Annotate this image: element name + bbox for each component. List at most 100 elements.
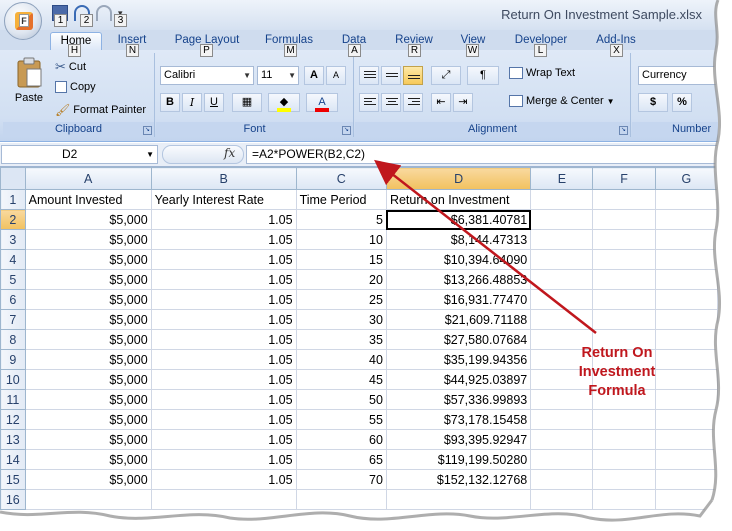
- row-header[interactable]: 12: [0, 409, 26, 430]
- cell-d4[interactable]: $10,394.64090: [385, 249, 532, 270]
- row-header[interactable]: 8: [0, 329, 26, 350]
- cell-c6[interactable]: 25: [295, 289, 387, 310]
- row-header[interactable]: 14: [0, 449, 26, 470]
- cell-g1[interactable]: [654, 189, 718, 210]
- cell-b1[interactable]: Yearly Interest Rate: [150, 189, 297, 210]
- cell-c9[interactable]: 40: [295, 349, 387, 370]
- cell-b15[interactable]: 1.05: [150, 469, 297, 490]
- cut-button[interactable]: ✂ Cut: [55, 59, 86, 75]
- cell-d16[interactable]: [385, 489, 532, 510]
- cell-c2[interactable]: 5: [295, 209, 387, 230]
- row-header[interactable]: 11: [0, 389, 26, 410]
- cell-d2[interactable]: $6,381.40781: [385, 209, 532, 230]
- cell-b10[interactable]: 1.05: [150, 369, 297, 390]
- cell-f16[interactable]: [592, 489, 656, 510]
- column-header-f[interactable]: F: [592, 167, 656, 190]
- cell-e14[interactable]: [530, 449, 594, 470]
- column-header-g[interactable]: G: [654, 167, 718, 190]
- cell-b6[interactable]: 1.05: [150, 289, 297, 310]
- decrease-indent-icon[interactable]: ⇤: [431, 93, 451, 112]
- cell-b8[interactable]: 1.05: [150, 329, 297, 350]
- cell-g5[interactable]: [654, 269, 718, 290]
- cell-e15[interactable]: [530, 469, 594, 490]
- cell-c8[interactable]: 35: [295, 329, 387, 350]
- shrink-font-button[interactable]: A: [326, 66, 346, 85]
- office-button[interactable]: F: [4, 2, 42, 40]
- row-header[interactable]: 6: [0, 289, 26, 310]
- bold-button[interactable]: B: [160, 93, 180, 112]
- cell-f3[interactable]: [592, 229, 656, 250]
- cell-c3[interactable]: 10: [295, 229, 387, 250]
- cell-b2[interactable]: 1.05: [150, 209, 297, 230]
- name-box[interactable]: D2 ▼: [1, 145, 158, 164]
- cell-g3[interactable]: [654, 229, 718, 250]
- cell-d8[interactable]: $27,580.07684: [385, 329, 532, 350]
- cell-d11[interactable]: $57,336.99893: [385, 389, 532, 410]
- cell-c4[interactable]: 15: [295, 249, 387, 270]
- cell-d9[interactable]: $35,199.94356: [385, 349, 532, 370]
- cell-f6[interactable]: [592, 289, 656, 310]
- row-header[interactable]: 9: [0, 349, 26, 370]
- align-middle-icon[interactable]: [381, 66, 401, 85]
- cell-g15[interactable]: [654, 469, 718, 490]
- cell-g14[interactable]: [654, 449, 718, 470]
- row-header[interactable]: 13: [0, 429, 26, 450]
- cell-d13[interactable]: $93,395.92947: [385, 429, 532, 450]
- cell-f14[interactable]: [592, 449, 656, 470]
- cell-c10[interactable]: 45: [295, 369, 387, 390]
- alignment-launcher-icon[interactable]: ↘: [619, 126, 628, 135]
- cell-a5[interactable]: $5,000: [24, 269, 152, 290]
- align-top-icon[interactable]: [359, 66, 379, 85]
- cell-f12[interactable]: [592, 409, 656, 430]
- cell-e2[interactable]: [530, 209, 594, 230]
- percent-button[interactable]: %: [672, 93, 692, 112]
- cell-a4[interactable]: $5,000: [24, 249, 152, 270]
- cell-g12[interactable]: [654, 409, 718, 430]
- grow-font-button[interactable]: A: [304, 66, 324, 85]
- row-header[interactable]: 15: [0, 469, 26, 490]
- column-header-d[interactable]: D: [385, 167, 532, 190]
- cell-f2[interactable]: [592, 209, 656, 230]
- align-center-icon[interactable]: [381, 93, 401, 112]
- cell-b12[interactable]: 1.05: [150, 409, 297, 430]
- cell-c16[interactable]: [295, 489, 387, 510]
- cell-e5[interactable]: [530, 269, 594, 290]
- cell-e4[interactable]: [530, 249, 594, 270]
- formula-input[interactable]: =A2*POWER(B2,C2): [246, 145, 718, 164]
- column-header-b[interactable]: B: [150, 167, 297, 190]
- cell-e16[interactable]: [530, 489, 594, 510]
- underline-button[interactable]: U: [204, 93, 224, 112]
- cell-g2[interactable]: [654, 209, 718, 230]
- cell-d5[interactable]: $13,266.48853: [385, 269, 532, 290]
- copy-button[interactable]: Copy: [55, 81, 96, 93]
- cell-g4[interactable]: [654, 249, 718, 270]
- row-header[interactable]: 3: [0, 229, 26, 250]
- cell-a8[interactable]: $5,000: [24, 329, 152, 350]
- cell-d3[interactable]: $8,144.47313: [385, 229, 532, 250]
- align-right-icon[interactable]: [403, 93, 423, 112]
- cell-d7[interactable]: $21,609.71188: [385, 309, 532, 330]
- cell-b16[interactable]: [150, 489, 297, 510]
- column-header-c[interactable]: C: [295, 167, 387, 190]
- select-all-corner[interactable]: [0, 167, 26, 190]
- cell-e6[interactable]: [530, 289, 594, 310]
- currency-button[interactable]: $: [638, 93, 668, 112]
- cell-b13[interactable]: 1.05: [150, 429, 297, 450]
- cell-g13[interactable]: [654, 429, 718, 450]
- row-header[interactable]: 5: [0, 269, 26, 290]
- cell-b5[interactable]: 1.05: [150, 269, 297, 290]
- cell-f13[interactable]: [592, 429, 656, 450]
- cell-e12[interactable]: [530, 409, 594, 430]
- row-header[interactable]: 16: [0, 489, 26, 510]
- cell-a12[interactable]: $5,000: [24, 409, 152, 430]
- cell-a13[interactable]: $5,000: [24, 429, 152, 450]
- cell-a9[interactable]: $5,000: [24, 349, 152, 370]
- cell-c15[interactable]: 70: [295, 469, 387, 490]
- paste-button[interactable]: Paste: [9, 57, 49, 104]
- cell-d6[interactable]: $16,931.77470: [385, 289, 532, 310]
- column-header-a[interactable]: A: [24, 167, 152, 190]
- orientation-icon[interactable]: ⤢: [431, 66, 461, 85]
- fill-color-icon[interactable]: ◆: [268, 93, 300, 112]
- cell-f5[interactable]: [592, 269, 656, 290]
- row-header[interactable]: 4: [0, 249, 26, 270]
